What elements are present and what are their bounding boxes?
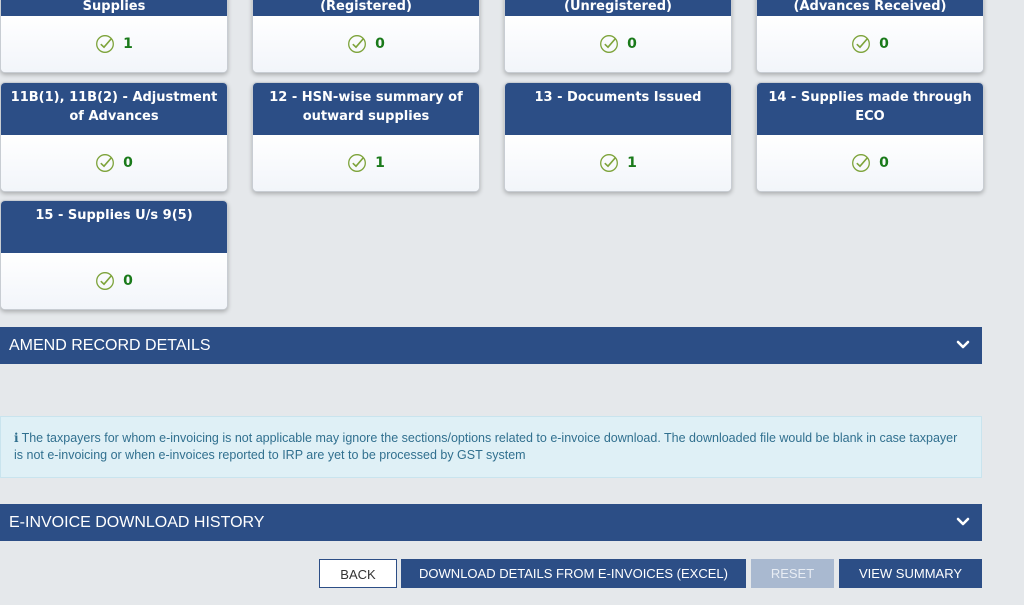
- tile-hsn-summary[interactable]: 12 - HSN-wise summary of outward supplie…: [252, 82, 480, 192]
- tile-supplies-through-eco[interactable]: 14 - Supplies made through ECO 0: [756, 82, 984, 192]
- tile-title: 11B(1), 11B(2) - Adjustment of Advances: [1, 83, 227, 135]
- tile-registered[interactable]: (Registered) 0: [252, 0, 480, 73]
- info-alert: i The taxpayers for whom e-invoicing is n…: [0, 416, 982, 478]
- check-circle-icon: [852, 35, 871, 53]
- check-circle-icon: [348, 35, 367, 53]
- tile-title: (Registered): [253, 0, 479, 16]
- tile-count: 0: [627, 36, 637, 52]
- tile-adjustment-of-advances[interactable]: 11B(1), 11B(2) - Adjustment of Advances …: [0, 82, 228, 192]
- tile-supplies[interactable]: Supplies 1: [0, 0, 228, 73]
- tile-count: 0: [879, 155, 889, 171]
- check-circle-icon: [852, 154, 871, 172]
- e-invoice-download-history-header[interactable]: E-INVOICE DOWNLOAD HISTORY: [0, 504, 982, 541]
- amend-record-details-header[interactable]: AMEND RECORD DETAILS: [0, 327, 982, 364]
- section-title: AMEND RECORD DETAILS: [9, 337, 211, 354]
- tile-title: 15 - Supplies U/s 9(5): [1, 201, 227, 253]
- check-circle-icon: [600, 154, 619, 172]
- tile-documents-issued[interactable]: 13 - Documents Issued 1: [504, 82, 732, 192]
- tile-title: 12 - HSN-wise summary of outward supplie…: [253, 83, 479, 135]
- check-circle-icon: [96, 154, 115, 172]
- check-circle-icon: [96, 272, 115, 290]
- tile-count: 0: [879, 36, 889, 52]
- tile-title: 14 - Supplies made through ECO: [757, 83, 983, 135]
- tile-count: 0: [123, 273, 133, 289]
- tile-advances-received[interactable]: (Advances Received) 0: [756, 0, 984, 73]
- tile-unregistered[interactable]: (Unregistered) 0: [504, 0, 732, 73]
- info-icon: i: [14, 431, 19, 445]
- back-button[interactable]: BACK: [319, 559, 397, 588]
- download-excel-button[interactable]: DOWNLOAD DETAILS FROM E-INVOICES (EXCEL): [401, 559, 746, 588]
- tile-count: 1: [123, 36, 133, 52]
- check-circle-icon: [600, 35, 619, 53]
- check-circle-icon: [348, 154, 367, 172]
- reset-button[interactable]: RESET: [751, 559, 834, 588]
- view-summary-button[interactable]: VIEW SUMMARY: [839, 559, 982, 588]
- section-title: E-INVOICE DOWNLOAD HISTORY: [9, 514, 265, 531]
- chevron-down-icon: [956, 517, 970, 526]
- tile-supplies-us-9-5[interactable]: 15 - Supplies U/s 9(5) 0: [0, 200, 228, 310]
- tile-count: 0: [123, 155, 133, 171]
- tile-count: 0: [375, 36, 385, 52]
- tile-title: 13 - Documents Issued: [505, 83, 731, 135]
- tile-count: 1: [375, 155, 385, 171]
- page: Supplies 1 (Registered) 0 (Unregistered)…: [0, 0, 1024, 605]
- info-text: The taxpayers for whom e-invoicing is no…: [14, 431, 958, 462]
- tile-title: (Advances Received): [757, 0, 983, 16]
- check-circle-icon: [96, 35, 115, 53]
- chevron-down-icon: [956, 340, 970, 349]
- tile-count: 1: [627, 155, 637, 171]
- tile-title: Supplies: [1, 0, 227, 16]
- tile-title: (Unregistered): [505, 0, 731, 16]
